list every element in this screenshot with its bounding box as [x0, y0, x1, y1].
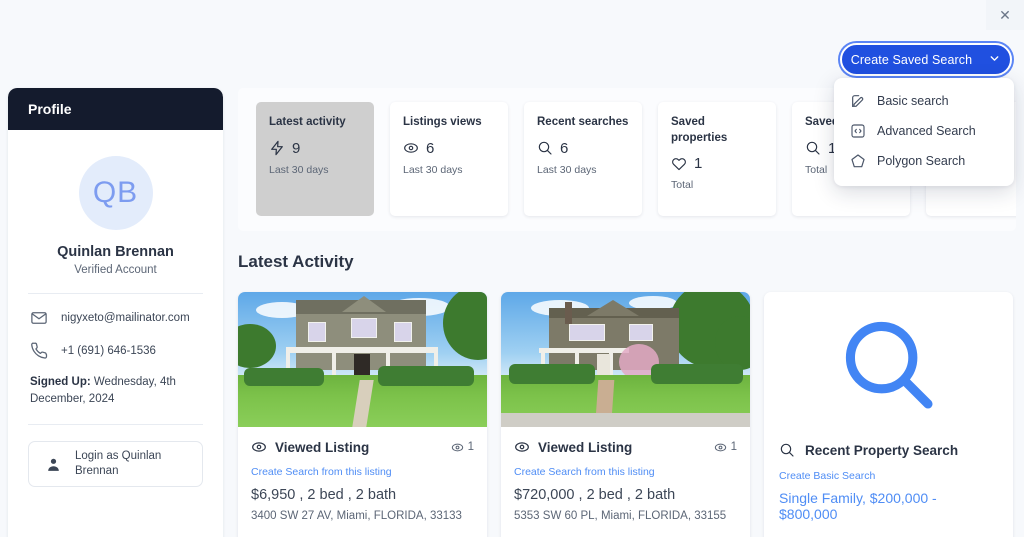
listing-body: Viewed Listing 1 Create Search from this… — [501, 427, 750, 523]
listing-body: Viewed Listing 1 Create Search from this… — [238, 427, 487, 523]
email-row: nigyxeto@mailinator.com — [26, 294, 205, 327]
login-as-user-button[interactable]: Login as Quinlan Brennan — [28, 441, 203, 488]
stat-card-listings-views[interactable]: Listings views 6 Last 30 days — [390, 102, 508, 216]
eye-icon — [514, 439, 530, 455]
listing-header: Viewed Listing 1 — [251, 439, 474, 455]
stat-note: Last 30 days — [403, 163, 463, 176]
view-count-badge: 1 — [714, 441, 737, 454]
create-saved-search-dropdown: Basic search Advanced Search Polygon Sea… — [834, 78, 1014, 186]
verification-status: Verified Account — [74, 264, 157, 276]
activity-card-list: Viewed Listing 1 Create Search from this… — [238, 292, 1013, 537]
lightning-icon — [269, 140, 285, 156]
create-search-link[interactable]: Create Search from this listing — [251, 466, 474, 478]
stat-value: 1 — [694, 155, 703, 173]
recent-search-query[interactable]: Single Family, $200,000 - $800,000 — [779, 490, 998, 522]
listing-price-line: $720,000 , 2 bed , 2 bath — [514, 487, 676, 503]
search-icon — [537, 140, 553, 156]
email-value: nigyxeto@mailinator.com — [61, 312, 190, 324]
dropdown-item-advanced-search[interactable]: Advanced Search — [834, 116, 1014, 146]
create-saved-search-label: Create Saved Search — [850, 52, 973, 67]
sidebar-header: Profile — [8, 88, 223, 130]
stat-card-latest-activity[interactable]: Latest activity 9 Last 30 days — [256, 102, 374, 216]
stat-card-saved-properties[interactable]: Saved properties 1 Total — [658, 102, 776, 216]
pentagon-icon — [850, 153, 866, 169]
listing-address: 5353 SW 60 PL, Miami, FLORIDA, 33155 — [514, 510, 727, 522]
listing-heading: Viewed Listing — [275, 439, 370, 455]
activity-card-viewed-listing[interactable]: Viewed Listing 1 Create Search from this… — [238, 292, 487, 537]
pencil-square-icon — [850, 93, 866, 109]
dropdown-item-label: Basic search — [877, 94, 949, 108]
profile-page: ✕ Create Saved Search Basic search Advan… — [0, 0, 1024, 537]
sidebar-body: QB Quinlan Brennan Verified Account nigy… — [8, 130, 223, 488]
heart-icon — [671, 156, 687, 172]
search-icon — [805, 140, 821, 156]
signup-label: Signed Up: — [30, 376, 91, 388]
recent-search-heading: Recent Property Search — [805, 442, 959, 458]
stat-note: Total — [671, 179, 694, 192]
listing-photo — [238, 292, 487, 427]
listing-photo — [501, 292, 750, 427]
stat-title: Saved properties — [671, 116, 728, 144]
phone-row: +1 (691) 646-1536 — [26, 327, 205, 360]
create-basic-search-link[interactable]: Create Basic Search — [779, 470, 998, 482]
recent-search-body: Recent Property Search Create Basic Sear… — [764, 442, 1013, 523]
create-saved-search-button[interactable]: Create Saved Search — [840, 43, 1012, 76]
dropdown-item-polygon-search[interactable]: Polygon Search — [834, 146, 1014, 176]
stat-note: Last 30 days — [537, 163, 597, 176]
stat-value: 9 — [292, 139, 301, 157]
listing-price-line: $6,950 , 2 bed , 2 bath — [251, 487, 397, 503]
login-as-user-label: Login as Quinlan Brennan — [75, 449, 162, 478]
stat-title: Latest activity — [269, 116, 346, 128]
user-icon — [45, 456, 62, 473]
avatar-initials: QB — [92, 176, 139, 209]
eye-icon — [251, 439, 267, 455]
profile-name: Quinlan Brennan — [57, 244, 174, 260]
close-icon[interactable]: ✕ — [986, 0, 1024, 30]
create-search-link[interactable]: Create Search from this listing — [514, 466, 737, 478]
stat-value-row: 1 — [671, 155, 764, 172]
dropdown-item-label: Advanced Search — [877, 124, 976, 138]
eye-icon — [714, 441, 727, 454]
signup-date-row: Signed Up: Wednesday, 4th December, 2024 — [26, 360, 205, 407]
dropdown-item-label: Polygon Search — [877, 154, 966, 168]
divider — [28, 424, 203, 426]
activity-card-viewed-listing[interactable]: Viewed Listing 1 Create Search from this… — [501, 292, 750, 537]
search-icon — [779, 442, 795, 458]
listing-heading: Viewed Listing — [538, 439, 633, 455]
search-icon — [837, 313, 941, 422]
view-count-value: 1 — [730, 441, 737, 453]
avatar: QB — [78, 156, 153, 230]
stat-value-row: 6 — [537, 140, 630, 157]
page-title: Profile — [28, 101, 72, 117]
code-brackets-icon — [850, 123, 866, 139]
eye-icon — [403, 140, 419, 156]
search-hero-icon-wrapper — [764, 292, 1013, 442]
chevron-down-icon — [988, 52, 1001, 68]
section-title-latest-activity: Latest Activity — [238, 252, 354, 271]
eye-icon — [451, 441, 464, 454]
envelope-icon — [30, 309, 48, 327]
stat-value-row: 6 — [403, 140, 496, 157]
listing-header: Viewed Listing 1 — [514, 439, 737, 455]
dropdown-item-basic-search[interactable]: Basic search — [834, 86, 1014, 116]
stat-value: 6 — [560, 139, 569, 157]
view-count-value: 1 — [467, 441, 474, 453]
recent-search-header: Recent Property Search — [779, 442, 998, 458]
stat-title: Listings views — [403, 116, 482, 128]
stat-value: 6 — [426, 139, 435, 157]
stat-value-row: 9 — [269, 140, 362, 157]
phone-icon — [30, 342, 48, 360]
stat-title: Recent searches — [537, 116, 629, 128]
profile-sidebar: Profile QB Quinlan Brennan Verified Acco… — [8, 88, 223, 537]
stat-card-recent-searches[interactable]: Recent searches 6 Last 30 days — [524, 102, 642, 216]
stat-note: Last 30 days — [269, 163, 329, 176]
activity-card-recent-search[interactable]: Recent Property Search Create Basic Sear… — [764, 292, 1013, 537]
listing-address: 3400 SW 27 AV, Miami, FLORIDA, 33133 — [251, 510, 462, 522]
phone-value: +1 (691) 646-1536 — [61, 345, 156, 357]
create-saved-search-wrapper: Create Saved Search — [840, 43, 1012, 76]
view-count-badge: 1 — [451, 441, 474, 454]
